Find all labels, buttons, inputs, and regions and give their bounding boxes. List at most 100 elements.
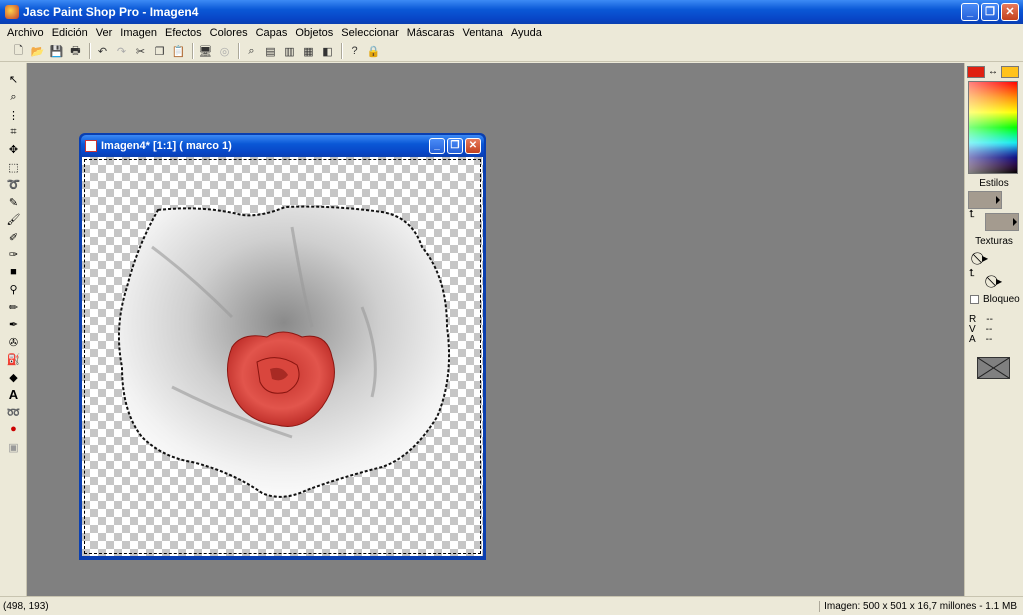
toolbar-separator <box>341 43 343 59</box>
clone-icon[interactable]: ✐ <box>5 229 22 245</box>
crop-icon[interactable]: ⌗ <box>5 124 22 140</box>
image-maximize-button[interactable]: ❐ <box>447 138 463 154</box>
background-color-swatch[interactable] <box>1001 66 1019 78</box>
foreground-style-box[interactable] <box>968 191 1002 209</box>
toolbar-separator <box>238 43 240 59</box>
zoom-icon[interactable]: ⌕ <box>243 43 260 60</box>
histogram-icon[interactable]: ▤ <box>262 43 279 60</box>
a-label: A <box>969 334 976 345</box>
flood-fill-icon[interactable]: ⛽ <box>5 351 22 367</box>
image-minimize-button[interactable]: _ <box>429 138 445 154</box>
background-style-box[interactable] <box>985 213 1019 231</box>
no-color-icon <box>977 357 1010 379</box>
save-icon[interactable]: 💾 <box>48 43 65 60</box>
status-bar: (498, 193) Imagen: 500 x 501 x 16,7 mill… <box>0 596 1023 615</box>
dropdown-arrow-icon <box>1013 218 1017 226</box>
overview-icon[interactable]: ◧ <box>319 43 336 60</box>
foreground-color-swatch[interactable] <box>967 66 985 78</box>
object-selector-icon[interactable]: ● <box>5 421 22 437</box>
image-window[interactable]: Imagen4* [1:1] ( marco 1) _ ❐ ✕ <box>79 133 486 560</box>
color-palette-panel: ↔ Estilos ⮤ Texturas ⃠▶ ⮤ ⃠▶ Bloqueo R--… <box>964 63 1023 596</box>
open-icon[interactable]: 📂 <box>29 43 46 60</box>
paint-shop-pro-window: Jasc Paint Shop Pro - Imagen4 _ ❐ ✕ Arch… <box>0 0 1023 615</box>
color-replacer-icon[interactable]: ✑ <box>5 246 22 262</box>
image-close-button[interactable]: ✕ <box>465 138 481 154</box>
lock-checkbox[interactable] <box>970 295 979 304</box>
text-icon[interactable]: A <box>5 386 22 402</box>
deform-icon[interactable]: ⋮ <box>5 107 22 123</box>
swap-styles-icon[interactable]: ⮤ <box>969 209 975 220</box>
new-icon[interactable]: 🗋 <box>10 43 27 60</box>
menu-objetos[interactable]: Objetos <box>291 27 337 39</box>
main-toolbar: 🗋 📂 💾 🖶 ↶ ↷ ✂ ❐ 📋 🖥 ◎ ⌕ ▤ ▥ ▦ ◧ ? 🔒 <box>0 41 1023 62</box>
redo-icon[interactable]: ↷ <box>113 43 130 60</box>
paintbrush-icon[interactable]: 🖌 <box>5 211 22 227</box>
swap-colors-icon[interactable]: ↔ <box>985 66 1001 78</box>
preset-shapes-icon[interactable]: ➿ <box>5 404 22 420</box>
app-icon[interactable] <box>5 5 19 19</box>
toolbar-separator <box>89 43 91 59</box>
dropdown-arrow-icon: ▶ <box>996 276 1003 286</box>
color-picker-spectrum[interactable] <box>968 81 1018 174</box>
background-texture-box[interactable]: ⃠▶ <box>991 272 1019 290</box>
draw-icon[interactable]: ◆ <box>5 369 22 385</box>
help-icon[interactable]: ? <box>346 43 363 60</box>
a-readout: A -- <box>969 334 992 345</box>
airbrush-icon[interactable]: ✇ <box>5 334 22 350</box>
copy-icon[interactable]: ❐ <box>151 43 168 60</box>
browse-icon[interactable]: 🖥 <box>197 43 214 60</box>
dropper-icon[interactable]: ✎ <box>5 194 22 210</box>
dropdown-arrow-icon: ▶ <box>982 253 989 263</box>
a-value: -- <box>985 334 993 345</box>
menu-seleccionar[interactable]: Seleccionar <box>337 27 402 39</box>
lock-option[interactable]: Bloqueo <box>970 294 1020 305</box>
mesh-icon[interactable]: ▣ <box>5 439 22 455</box>
lock-label: Bloqueo <box>983 294 1020 305</box>
image-window-title: Imagen4* [1:1] ( marco 1) <box>101 140 232 152</box>
minimize-button[interactable]: _ <box>961 3 979 21</box>
selection-marquee <box>84 159 481 554</box>
eraser-icon[interactable]: ✏ <box>5 299 22 315</box>
selection-icon[interactable]: ⬚ <box>5 159 22 175</box>
cursor-coordinates: (498, 193) <box>3 600 49 612</box>
styles-label: Estilos <box>979 178 1009 189</box>
image-canvas[interactable] <box>82 157 483 556</box>
freehand-icon[interactable]: ➰ <box>5 176 22 192</box>
toolbar-separator <box>192 43 194 59</box>
menu-imagen[interactable]: Imagen <box>116 27 161 39</box>
image-window-title-bar[interactable]: Imagen4* [1:1] ( marco 1) _ ❐ ✕ <box>81 135 484 157</box>
swap-textures-icon[interactable]: ⮤ <box>969 268 975 279</box>
title-bar: Jasc Paint Shop Pro - Imagen4 _ ❐ ✕ <box>0 0 1023 24</box>
menu-edicion[interactable]: Edición <box>48 27 92 39</box>
color-swatches: ↔ <box>967 66 1021 80</box>
menu-capas[interactable]: Capas <box>252 27 292 39</box>
scratch-icon[interactable]: ⚲ <box>5 281 22 297</box>
window-title: Jasc Paint Shop Pro - Imagen4 <box>23 5 199 19</box>
menu-archivo[interactable]: Archivo <box>3 27 48 39</box>
document-icon <box>85 140 97 152</box>
zoom-icon[interactable]: ⌕ <box>5 89 22 105</box>
menu-ver[interactable]: Ver <box>92 27 117 39</box>
layers-icon[interactable]: ▦ <box>300 43 317 60</box>
image-window-controls: _ ❐ ✕ <box>429 138 481 154</box>
print-icon[interactable]: 🖶 <box>67 43 84 60</box>
menu-colores[interactable]: Colores <box>206 27 252 39</box>
retouch-icon[interactable]: ■ <box>5 264 22 280</box>
menu-mascaras[interactable]: Máscaras <box>403 27 459 39</box>
lock-icon[interactable]: 🔒 <box>365 43 382 60</box>
undo-icon[interactable]: ↶ <box>94 43 111 60</box>
close-button[interactable]: ✕ <box>1001 3 1019 21</box>
move-icon[interactable]: ✥ <box>5 141 22 157</box>
menu-ventana[interactable]: Ventana <box>458 27 506 39</box>
cut-icon[interactable]: ✂ <box>132 43 149 60</box>
maximize-button[interactable]: ❐ <box>981 3 999 21</box>
arrow-icon[interactable]: ↖ <box>5 71 22 87</box>
paste-icon[interactable]: 📋 <box>170 43 187 60</box>
menu-ayuda[interactable]: Ayuda <box>507 27 546 39</box>
palette-icon[interactable]: ▥ <box>281 43 298 60</box>
foreground-texture-box[interactable]: ⃠▶ <box>977 249 1005 267</box>
window-controls: _ ❐ ✕ <box>961 3 1019 21</box>
menu-efectos[interactable]: Efectos <box>161 27 206 39</box>
capture-icon[interactable]: ◎ <box>216 43 233 60</box>
picture-tube-icon[interactable]: ✒ <box>5 316 22 332</box>
